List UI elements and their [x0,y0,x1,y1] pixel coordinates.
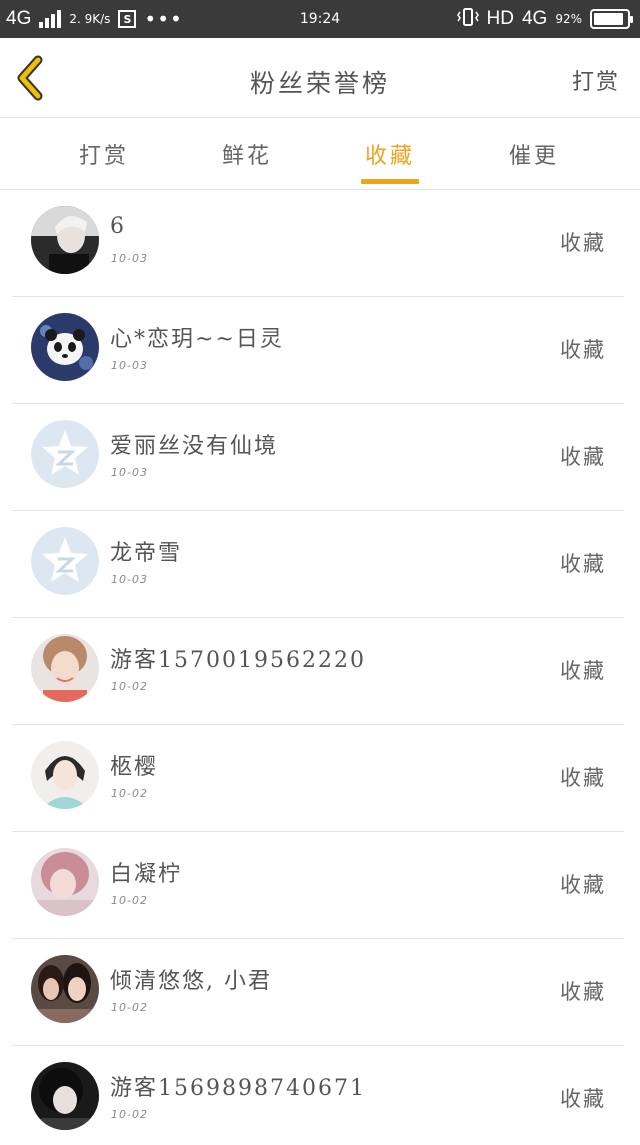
fan-action-label: 收藏 [560,445,606,469]
network-speed: 2. 9K/s [69,12,111,26]
default-avatar-icon[interactable] [31,527,99,595]
list-item[interactable]: 倾清悠悠, 小君 10-02 收藏 [0,939,640,1046]
fan-action-label: 收藏 [560,659,606,683]
avatar[interactable] [31,1062,99,1130]
fan-list: 6 10-03 收藏 心*恋玥~~日灵 10-03 收藏 爱丽丝没有仙境 10-… [0,190,640,1145]
avatar[interactable] [31,848,99,916]
fan-action-label: 收藏 [560,1087,606,1111]
avatar[interactable] [31,955,99,1023]
fan-date: 10-02 [111,1001,148,1014]
network-type: 4G [6,8,32,29]
tab-reward[interactable]: 打赏 [54,138,154,170]
status-right: HD 4G 92% [456,8,633,30]
fan-name: 6 [110,214,126,239]
status-bar: 4G 2. 9K/s S ••• 19:24 HD 4G 92% [0,0,640,38]
fan-date: 10-03 [111,252,148,265]
vibrate-icon [456,8,479,30]
fan-date: 10-03 [111,466,148,479]
fan-name: 龙帝雪 [110,541,183,566]
fan-name: 游客1570019562220 [110,648,366,673]
fan-action-label: 收藏 [560,873,606,897]
s-badge-icon: S [118,10,137,28]
fan-action-label: 收藏 [560,552,606,576]
fan-date: 10-02 [111,680,148,693]
status-left: 4G 2. 9K/s S ••• [6,8,183,30]
list-item[interactable]: 龙帝雪 10-03 收藏 [0,511,640,618]
fan-action-label: 收藏 [560,980,606,1004]
fan-date: 10-02 [111,787,148,800]
fan-date: 10-02 [111,1108,148,1121]
network-type-right: 4G [521,8,548,29]
list-item[interactable]: 游客1569898740671 10-02 收藏 [0,1046,640,1145]
tab-flowers[interactable]: 鲜花 [197,138,297,170]
fan-date: 10-02 [111,894,148,907]
fan-name: 白凝柠 [110,862,183,887]
avatar[interactable] [31,313,99,381]
list-item[interactable]: 柩樱 10-02 收藏 [0,725,640,832]
fan-name: 爱丽丝没有仙境 [110,434,279,459]
fan-date: 10-03 [111,573,148,586]
fan-action-label: 收藏 [560,338,606,362]
tab-urge-update[interactable]: 催更 [484,138,584,170]
more-notifications-icon: ••• [144,7,183,31]
fan-name: 柩樱 [110,755,159,780]
signal-icon [39,10,62,28]
fan-name: 游客1569898740671 [110,1076,366,1101]
default-avatar-icon[interactable] [31,420,99,488]
hd-indicator: HD [486,8,514,29]
list-item[interactable]: 爱丽丝没有仙境 10-03 收藏 [0,404,640,511]
tab-favorites[interactable]: 收藏 [340,138,440,170]
list-item[interactable]: 游客1570019562220 10-02 收藏 [0,618,640,725]
battery-percent: 92% [555,12,582,26]
nav-bar: 粉丝荣誉榜 打赏 [0,38,640,118]
list-item[interactable]: 心*恋玥~~日灵 10-03 收藏 [0,297,640,404]
active-tab-indicator [361,179,419,184]
fan-name: 倾清悠悠, 小君 [110,969,272,994]
page-title: 粉丝荣誉榜 [249,69,390,98]
fan-action-label: 收藏 [560,766,606,790]
list-item[interactable]: 6 10-03 收藏 [0,190,640,297]
reward-button[interactable]: 打赏 [572,64,620,96]
tab-bar: 打赏 鲜花 收藏 催更 [0,118,640,190]
fan-name: 心*恋玥~~日灵 [110,327,284,352]
avatar[interactable] [31,634,99,702]
avatar[interactable] [31,206,99,274]
battery-icon [590,9,633,29]
avatar[interactable] [31,741,99,809]
list-item[interactable]: 白凝柠 10-02 收藏 [0,832,640,939]
fan-action-label: 收藏 [560,231,606,255]
fan-date: 10-03 [111,359,148,372]
